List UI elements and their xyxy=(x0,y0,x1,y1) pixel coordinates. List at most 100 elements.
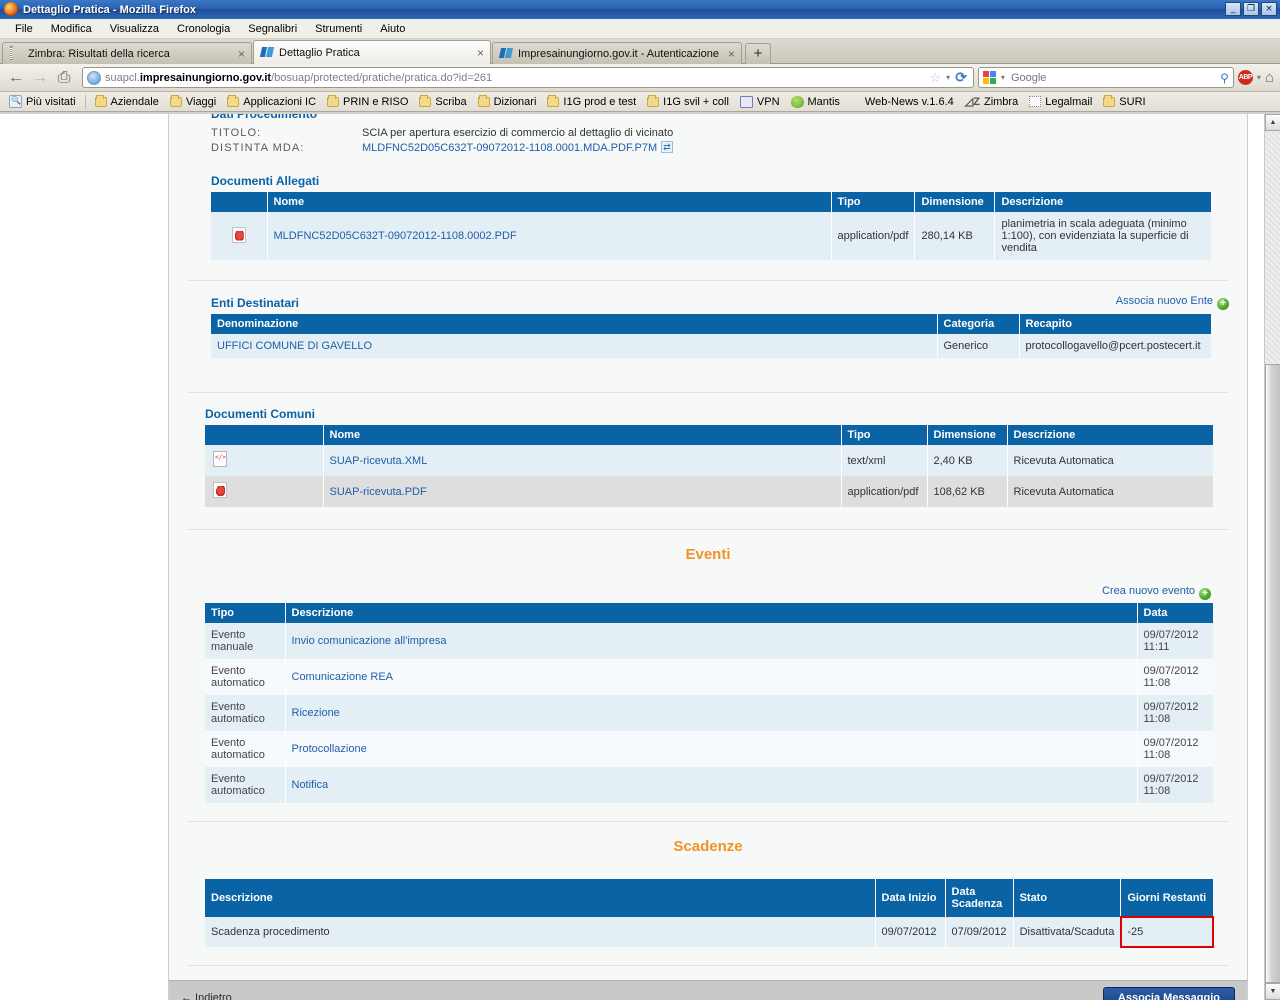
scadenze-heading: Scadenze xyxy=(673,838,743,855)
menu-item-strumenti[interactable]: Strumenti xyxy=(306,21,371,37)
bookmark-i1g-prod-e-test[interactable]: I1G prod e test xyxy=(542,94,641,108)
menu-item-aiuto[interactable]: Aiuto xyxy=(371,21,414,37)
bookmark-label: Più visitati xyxy=(26,95,76,108)
window-controls: _ ❐ × xyxy=(1225,2,1277,16)
search-input[interactable] xyxy=(1008,70,1217,85)
bookmark-prin-e-riso[interactable]: PRIN e RISO xyxy=(322,94,413,108)
evento-link[interactable]: Comunicazione REA xyxy=(292,671,394,683)
menu-item-file[interactable]: File xyxy=(6,21,42,37)
document-link[interactable]: SUAP-ricevuta.XML xyxy=(330,455,428,467)
crea-nuovo-evento-link[interactable]: Crea nuovo evento xyxy=(1102,585,1195,597)
indietro-link[interactable]: ← Indietro xyxy=(181,992,232,1000)
title-bar: Dettaglio Pratica - Mozilla Firefox _ ❐ … xyxy=(0,0,1280,19)
table-header-row: Tipo Descrizione Data xyxy=(205,603,1213,623)
cell-tipo: Evento automatico xyxy=(205,659,286,695)
close-icon[interactable]: × xyxy=(728,48,735,60)
close-icon[interactable]: × xyxy=(477,47,484,59)
search-bar[interactable]: ▾ ⚲ xyxy=(977,67,1234,88)
pdf-icon[interactable] xyxy=(213,482,227,498)
cell-tipo: application/pdf xyxy=(841,476,928,507)
bookmark-vpn[interactable]: VPN xyxy=(735,95,785,108)
documenti-comuni-section: Documenti Comuni Nome Tipo Dimensione De… xyxy=(187,393,1229,507)
menu-item-modifica[interactable]: Modifica xyxy=(42,21,101,37)
bookmark-label: Zimbra xyxy=(983,95,1019,108)
bookmark-mantis[interactable]: Mantis xyxy=(786,95,845,108)
close-icon[interactable]: × xyxy=(238,48,245,60)
chevron-down-icon[interactable]: ▾ xyxy=(1001,73,1005,82)
minimize-button[interactable]: _ xyxy=(1225,2,1241,16)
bookmark-dizionari[interactable]: Dizionari xyxy=(473,94,542,108)
menu-item-cronologia[interactable]: Cronologia xyxy=(168,21,239,37)
cell-stato: Disattivata/Scaduta xyxy=(1013,917,1122,947)
bookmark-star-icon[interactable]: ☆ xyxy=(930,70,942,86)
bookmark-label: PRIN e RISO xyxy=(343,95,409,108)
field-label: TITOLO: xyxy=(211,127,262,139)
field-value: SCIA per apertura esercizio di commercio… xyxy=(362,127,674,139)
bookmark-viaggi[interactable]: Viaggi xyxy=(165,94,221,108)
tab-impresainungiorno-autenticazione[interactable]: Impresainungiorno.gov.it - Autenticazion… xyxy=(492,42,742,64)
chevron-down-icon[interactable]: ▾ xyxy=(946,73,950,82)
evento-link[interactable]: Invio comunicazione all'impresa xyxy=(292,635,447,647)
add-circle-icon[interactable]: + xyxy=(1217,298,1229,310)
forward-icon[interactable]: → xyxy=(30,69,50,87)
folder-icon xyxy=(94,94,107,107)
document-link[interactable]: MLDFNC52D05C632T-09072012-1108.0002.PDF xyxy=(274,230,517,242)
back-icon[interactable]: ← xyxy=(6,69,26,87)
bookmark-label: Viaggi xyxy=(185,95,217,108)
chevron-down-icon[interactable]: ▾ xyxy=(1257,73,1261,82)
cell-data: 09/07/2012 11:08 xyxy=(1137,659,1213,695)
reload-icon[interactable]: ⟳ xyxy=(955,69,967,86)
bookmark-legalmail[interactable]: Legalmail xyxy=(1024,96,1097,108)
vertical-scrollbar[interactable]: ▲ ▼ xyxy=(1264,114,1280,1000)
preview-icon[interactable] xyxy=(661,140,674,155)
pdf-icon[interactable] xyxy=(231,226,246,243)
address-bar[interactable]: suapcl.impresainungiorno.gov.it/bosuap/p… xyxy=(82,67,974,88)
bookmark-i1g-svil-coll[interactable]: I1G svil + coll xyxy=(642,94,734,108)
cell-giorni-restanti: -25 xyxy=(1119,916,1215,948)
bookmark-suri[interactable]: SURI xyxy=(1098,94,1150,108)
scroll-down-button[interactable]: ▼ xyxy=(1265,983,1280,1000)
table-row: Evento automatico Ricezione 09/07/2012 1… xyxy=(205,695,1213,731)
bookmark-applicazioni-ic[interactable]: Applicazioni IC xyxy=(222,94,321,108)
menu-item-visualizza[interactable]: Visualizza xyxy=(101,21,168,37)
distinta-mda-link[interactable]: MLDFNC52D05C632T-09072012-1108.0001.MDA.… xyxy=(362,142,657,154)
bookmark-aziendale[interactable]: Aziendale xyxy=(90,94,164,108)
menu-item-segnalibri[interactable]: Segnalibri xyxy=(239,21,306,37)
associa-nuovo-ente-link[interactable]: Associa nuovo Ente xyxy=(1116,295,1213,307)
bookmark-label: I1G svil + coll xyxy=(663,95,729,108)
field-value: MLDFNC52D05C632T-09072012-1108.0001.MDA.… xyxy=(362,140,674,156)
bookmark-zimbra[interactable]: ◿Z Zimbra xyxy=(960,95,1023,109)
home-icon[interactable]: ⌂ xyxy=(1265,69,1274,86)
new-tab-button[interactable]: + xyxy=(745,43,771,64)
tab-zimbra[interactable]: Zimbra: Risultati della ricerca × xyxy=(2,42,252,64)
bookmark-scriba[interactable]: Scriba xyxy=(414,94,471,108)
evento-link[interactable]: Protocollazione xyxy=(292,743,367,755)
bookmark-web-news[interactable]: Web-News v.1.6.4 xyxy=(860,96,959,108)
cell-descrizione: Scadenza procedimento xyxy=(205,917,876,947)
folder-icon xyxy=(477,94,490,107)
maximize-button[interactable]: ❐ xyxy=(1243,2,1259,16)
evento-link[interactable]: Notifica xyxy=(292,779,329,791)
adblock-plus-icon[interactable]: ABP xyxy=(1237,70,1253,85)
close-button[interactable]: × xyxy=(1261,2,1277,16)
scroll-up-button[interactable]: ▲ xyxy=(1265,114,1280,131)
associa-messaggio-button[interactable]: Associa Messaggio xyxy=(1102,986,1235,1000)
search-icon[interactable]: ⚲ xyxy=(1220,71,1229,85)
add-circle-icon[interactable]: + xyxy=(1199,588,1211,600)
ente-link[interactable]: UFFICI COMUNE DI GAVELLO xyxy=(217,340,372,352)
scrollbar-thumb[interactable] xyxy=(1265,364,1280,983)
page-frame: Dati Procedimento TITOLO: SCIA per apert… xyxy=(168,114,1248,1000)
col-descrizione: Descrizione xyxy=(1007,425,1213,445)
evento-link[interactable]: Ricezione xyxy=(292,707,340,719)
bookmark-label: Aziendale xyxy=(110,95,159,108)
associa-nuovo-ente-action[interactable]: Associa nuovo Ente + xyxy=(1116,295,1229,314)
bookmark-piu-visitati[interactable]: Più visitati xyxy=(4,95,81,108)
xml-icon[interactable] xyxy=(213,451,227,467)
col-stato: Stato xyxy=(1013,879,1122,917)
document-link[interactable]: SUAP-ricevuta.PDF xyxy=(330,486,427,498)
cell-tipo: text/xml xyxy=(841,445,928,476)
crea-nuovo-evento-action[interactable]: Crea nuovo evento + xyxy=(205,583,1211,603)
print-icon[interactable]: ⎙ xyxy=(54,69,74,87)
col-tipo: Tipo xyxy=(841,425,928,445)
tab-dettaglio-pratica[interactable]: Dettaglio Pratica × xyxy=(253,40,491,64)
